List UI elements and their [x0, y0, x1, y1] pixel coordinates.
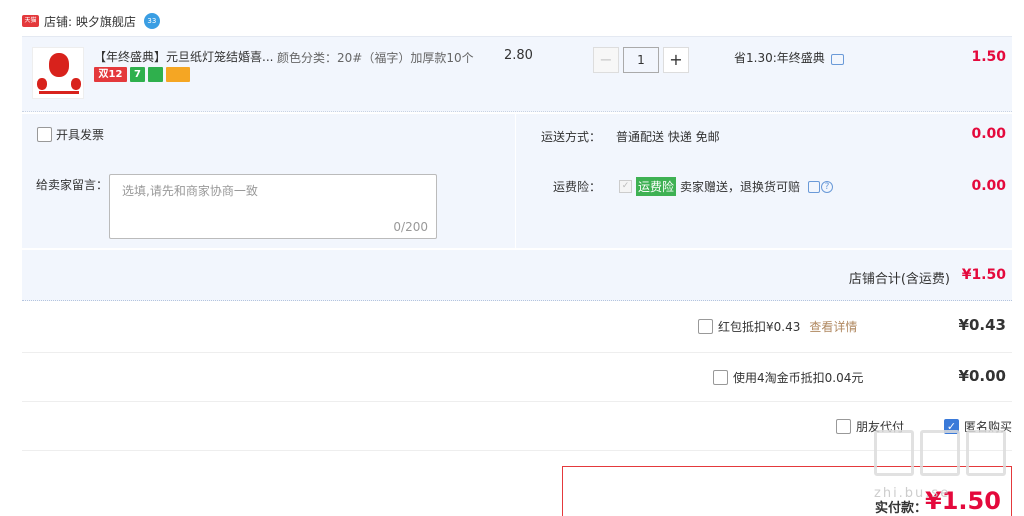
- promo-icons: 双12 7: [94, 67, 190, 82]
- help-icon[interactable]: ?: [821, 180, 834, 193]
- redpacket-option[interactable]: 红包抵扣¥0.43 查看详情: [698, 318, 857, 335]
- product-sku: 颜色分类：20#（福字）加厚款10个: [277, 51, 474, 65]
- watermark-glyph: [966, 430, 1006, 476]
- lantern-shape: [37, 78, 47, 90]
- watermark-glyph: [874, 430, 914, 476]
- quantity-decrease-button[interactable]: −: [593, 47, 619, 73]
- wangwang-chat-icon[interactable]: 33: [143, 13, 160, 29]
- insurance-checkbox: ✓: [619, 180, 632, 193]
- quantity-input[interactable]: 1: [623, 47, 659, 73]
- divider: [515, 114, 516, 248]
- quantity-stepper: − 1 +: [593, 47, 689, 73]
- watermark-text: zhi.bu.se: [874, 486, 951, 501]
- coins-row: 使用4淘金币抵扣0.04元 ¥0.00: [22, 353, 1012, 402]
- shop-subtotal: 店铺合计(含运费) ¥1.50: [22, 250, 1012, 301]
- redpacket-detail-link[interactable]: 查看详情: [809, 318, 857, 335]
- subtotal-label: 店铺合计(含运费): [848, 272, 950, 287]
- watermark-glyph: [920, 430, 960, 476]
- message-char-count: 0/200: [393, 220, 428, 234]
- comment-icon[interactable]: [830, 53, 844, 65]
- order-item: 【年终盛典】元旦纸灯笼结婚喜... 双12 7 颜色分类：20#（福字）加厚款1…: [22, 36, 1012, 112]
- redpacket-amount: ¥0.43: [958, 316, 1006, 334]
- invoice-checkbox[interactable]: [37, 127, 52, 142]
- payment-options-row: 朋友代付 ✓ 匿名购买: [22, 402, 1012, 451]
- thumbnail-banner: [39, 91, 79, 94]
- discount-info: 省1.30:年终盛典: [734, 49, 844, 66]
- insurance-help-icons: ?: [808, 180, 834, 193]
- card-pay-icon: [166, 67, 190, 82]
- redpacket-label: 红包抵扣¥0.43: [718, 320, 801, 334]
- lantern-shape: [71, 78, 81, 90]
- redpacket-row: 红包抵扣¥0.43 查看详情 ¥0.43: [22, 302, 1012, 353]
- insurance-tag: 运费险: [636, 177, 677, 196]
- discount-text: 省1.30:年终盛典: [734, 51, 825, 65]
- product-thumbnail[interactable]: [32, 47, 84, 99]
- order-options: 开具发票 给卖家留言： 选填,请先和商家协商一致 0/200 运送方式： 普通配…: [22, 114, 1012, 248]
- redpacket-checkbox[interactable]: [698, 319, 713, 334]
- lantern-shape: [49, 53, 69, 77]
- site-watermark: zhi.bu.se: [874, 430, 1014, 510]
- guarantee-icon: [148, 67, 163, 82]
- shop-name[interactable]: 店铺: 映夕旗舰店: [44, 13, 136, 30]
- quantity-increase-button[interactable]: +: [663, 47, 689, 73]
- product-title[interactable]: 【年终盛典】元旦纸灯笼结婚喜...: [94, 48, 273, 65]
- tmall-icon: 天猫: [22, 15, 39, 27]
- insurance-info: ✓ 运费险 卖家赠送，退换货可赔 ?: [619, 177, 834, 196]
- insurance-label: 运费险：: [553, 180, 602, 194]
- invoice-checkbox-row[interactable]: 开具发票: [37, 126, 104, 143]
- message-label: 给卖家留言：: [36, 178, 109, 192]
- message-placeholder: 选填,请先和商家协商一致: [122, 184, 258, 198]
- double12-icon: 双12: [94, 67, 127, 82]
- seller-message-input[interactable]: 选填,请先和商家协商一致 0/200: [109, 174, 437, 239]
- coins-label: 使用4淘金币抵扣0.04元: [733, 371, 864, 385]
- insurance-text: 卖家赠送，退换货可赔: [680, 180, 801, 194]
- insurance-fee: 0.00: [971, 178, 1006, 194]
- friend-pay-checkbox[interactable]: [836, 419, 851, 434]
- invoice-label: 开具发票: [56, 128, 105, 142]
- subtotal-value: ¥1.50: [961, 267, 1006, 283]
- unit-price: 2.80: [504, 48, 533, 63]
- comment-icon[interactable]: [808, 180, 821, 193]
- coins-amount: ¥0.00: [958, 367, 1006, 385]
- shipping-label: 运送方式：: [541, 130, 602, 144]
- coins-checkbox[interactable]: [713, 370, 728, 385]
- shipping-fee: 0.00: [971, 126, 1006, 142]
- item-total: 1.50: [971, 49, 1006, 65]
- shop-header: 天猫 店铺: 映夕旗舰店 33: [22, 12, 160, 30]
- coins-option[interactable]: 使用4淘金币抵扣0.04元: [713, 369, 863, 386]
- shipping-method: 普通配送 快递 免邮: [616, 130, 720, 144]
- seven-day-return-icon: 7: [130, 67, 145, 82]
